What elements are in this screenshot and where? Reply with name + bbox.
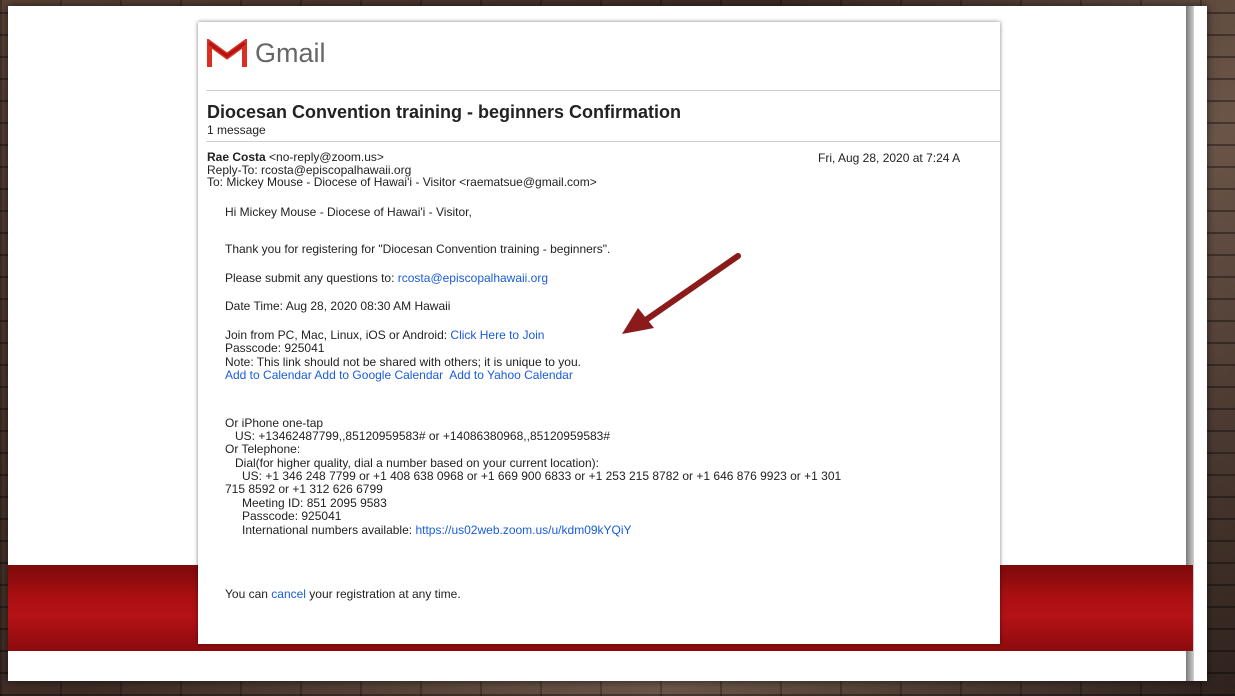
greeting: Hi Mickey Mouse - Diocese of Hawai'i - V…: [225, 205, 472, 219]
iphone-numbers: US: +13462487799,,85120959583# or +14086…: [235, 429, 611, 443]
red-arrow-icon: [622, 253, 741, 334]
divider: [206, 141, 1000, 142]
passcode: Passcode: 925041: [225, 341, 325, 355]
passcode-2: Passcode: 925041: [242, 509, 342, 523]
email-subject: Diocesan Convention training - beginners…: [207, 102, 682, 122]
add-to-yahoo-calendar-link[interactable]: Add to Yahoo Calendar: [449, 368, 573, 382]
cancel-link[interactable]: cancel: [271, 587, 306, 601]
sender-email: <no-reply@zoom.us>: [269, 150, 384, 164]
telephone-label: Or Telephone:: [225, 442, 301, 456]
questions-prefix: Please submit any questions to:: [225, 271, 398, 285]
thanks-text: Thank you for registering for "Diocesan …: [225, 242, 611, 256]
questions-line: Please submit any questions to: rcosta@e…: [225, 271, 548, 285]
intl-prefix: International numbers available:: [242, 523, 416, 537]
intl-numbers-link[interactable]: https://us02web.zoom.us/u/kdm09kYQiY: [415, 523, 631, 537]
date-time: Date Time: Aug 28, 2020 08:30 AM Hawaii: [225, 299, 451, 313]
divider: [206, 90, 1000, 91]
to-recipient: To: Mickey Mouse - Diocese of Hawai'i - …: [207, 175, 597, 189]
meeting-id: Meeting ID: 851 2095 9583: [242, 496, 387, 510]
join-link[interactable]: Click Here to Join: [450, 328, 544, 342]
note-text: Note: This link should not be shared wit…: [225, 355, 581, 369]
dial-numbers-line1: US: +1 346 248 7799 or +1 408 638 0968 o…: [242, 469, 842, 483]
cancel-suffix: your registration at any time.: [305, 587, 461, 601]
join-prefix: Join from PC, Mac, Linux, iOS or Android…: [225, 328, 451, 342]
international-line: International numbers available: https:/…: [242, 523, 632, 537]
dial-numbers-line2: 715 8592 or +1 312 626 6799: [225, 482, 383, 496]
email-date: Fri, Aug 28, 2020 at 7:24 A: [818, 151, 961, 165]
dial-label: Dial(for higher quality, dial a number b…: [235, 456, 599, 470]
message-count: 1 message: [207, 123, 266, 137]
add-to-calendar-link[interactable]: Add to Calendar: [225, 368, 312, 382]
sender-name: Rae Costa: [207, 150, 266, 164]
gmail-logo-text: Gmail: [255, 37, 326, 68]
calendar-links: Add to Calendar Add to Google Calendar A…: [225, 368, 573, 382]
email-screenshot: Gmail Diocesan Convention training - beg…: [198, 22, 1000, 644]
gmail-m-icon: [207, 39, 247, 67]
join-line: Join from PC, Mac, Linux, iOS or Android…: [225, 328, 544, 342]
cancel-line: You can cancel your registration at any …: [225, 587, 461, 601]
add-to-google-calendar-link[interactable]: Add to Google Calendar: [314, 368, 443, 382]
cancel-prefix: You can: [225, 587, 272, 601]
questions-email-link[interactable]: rcosta@episcopalhawaii.org: [398, 271, 548, 285]
iphone-label: Or iPhone one-tap: [225, 416, 324, 430]
gmail-logo: Gmail: [207, 36, 326, 70]
email-header-meta: Rae Costa <no-reply@zoom.us> Reply-To: r…: [207, 151, 597, 189]
